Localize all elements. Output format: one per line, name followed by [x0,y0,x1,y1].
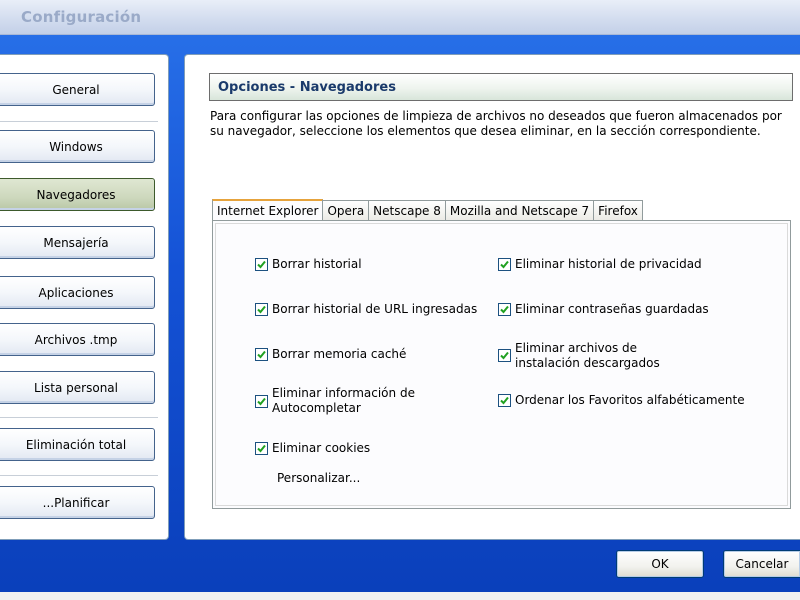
navigation-panel: General Windows Navegadores Mensajería A… [0,54,169,540]
checkbox[interactable] [255,258,268,271]
option-borrar-historial-url[interactable]: Borrar historial de URL ingresadas [255,302,477,317]
nav-button-navegadores[interactable]: Navegadores [0,178,155,211]
option-label: Ordenar los Favoritos alfabéticamente [515,393,745,407]
cancel-button[interactable]: Cancelar [723,550,800,578]
option-borrar-historial[interactable]: Borrar historial [255,257,362,272]
option-label: Eliminar historial de privacidad [515,257,702,271]
section-title: Opciones - Navegadores [209,73,793,101]
divider [0,121,158,122]
option-ordenar-favoritos[interactable]: Ordenar los Favoritos alfabéticamente [498,393,745,408]
nav-button-lista-personal[interactable]: Lista personal [0,371,155,404]
tab-firefox[interactable]: Firefox [593,200,643,220]
nav-button-aplicaciones[interactable]: Aplicaciones [0,276,155,309]
checkbox[interactable] [498,349,511,362]
nav-button-planificar[interactable]: ...Planificar [0,486,155,519]
option-label: Eliminar archivos de instalación descarg… [515,341,660,370]
ok-button[interactable]: OK [616,550,704,578]
nav-button-windows[interactable]: Windows [0,130,155,163]
option-label: Borrar historial de URL ingresadas [272,302,478,316]
browser-tabs: Internet Explorer Opera Netscape 8 Mozil… [212,199,643,221]
content-panel: Opciones - Navegadores Para configurar l… [184,54,800,540]
personalizar-link[interactable]: Personalizar... [277,471,360,485]
divider [0,475,158,476]
tab-netscape-8[interactable]: Netscape 8 [368,200,446,220]
checkbox[interactable] [498,303,511,316]
nav-button-archivos-tmp[interactable]: Archivos .tmp [0,323,155,356]
option-eliminar-cookies[interactable]: Eliminar cookies [255,441,370,456]
option-label: Borrar memoria caché [272,347,407,361]
checkbox[interactable] [498,394,511,407]
checkbox[interactable] [498,258,511,271]
tab-internet-explorer[interactable]: Internet Explorer [212,199,324,221]
title-bar[interactable]: Configuración [0,0,800,35]
option-eliminar-contrasenas[interactable]: Eliminar contraseñas guardadas [498,302,709,317]
option-label: Eliminar información de Autocompletar [272,386,415,415]
checkbox[interactable] [255,303,268,316]
checkbox[interactable] [255,348,268,361]
option-label: Borrar historial [272,257,362,271]
option-eliminar-archivos-instalacion[interactable]: Eliminar archivos de instalación descarg… [498,341,698,371]
nav-button-mensajeria[interactable]: Mensajería [0,226,155,259]
option-eliminar-historial-privacidad[interactable]: Eliminar historial de privacidad [498,257,702,272]
window-title: Configuración [21,8,142,26]
dialog-window: Configuración General Windows Navegadore… [0,0,800,600]
divider [0,417,158,418]
nav-button-eliminacion-total[interactable]: Eliminación total [0,428,155,461]
checkbox[interactable] [255,395,268,408]
tab-mozilla-netscape-7[interactable]: Mozilla and Netscape 7 [444,200,595,220]
nav-button-general[interactable]: General [0,73,155,106]
option-label: Eliminar contraseñas guardadas [515,302,709,316]
checkbox[interactable] [255,442,268,455]
option-borrar-memoria-cache[interactable]: Borrar memoria caché [255,347,406,362]
tab-opera[interactable]: Opera [322,200,370,220]
option-label: Eliminar cookies [272,441,371,455]
section-description: Para configurar las opciones de limpieza… [210,109,782,138]
option-eliminar-autocompletar[interactable]: Eliminar información de Autocompletar [255,386,425,416]
bottom-edge [0,592,800,600]
